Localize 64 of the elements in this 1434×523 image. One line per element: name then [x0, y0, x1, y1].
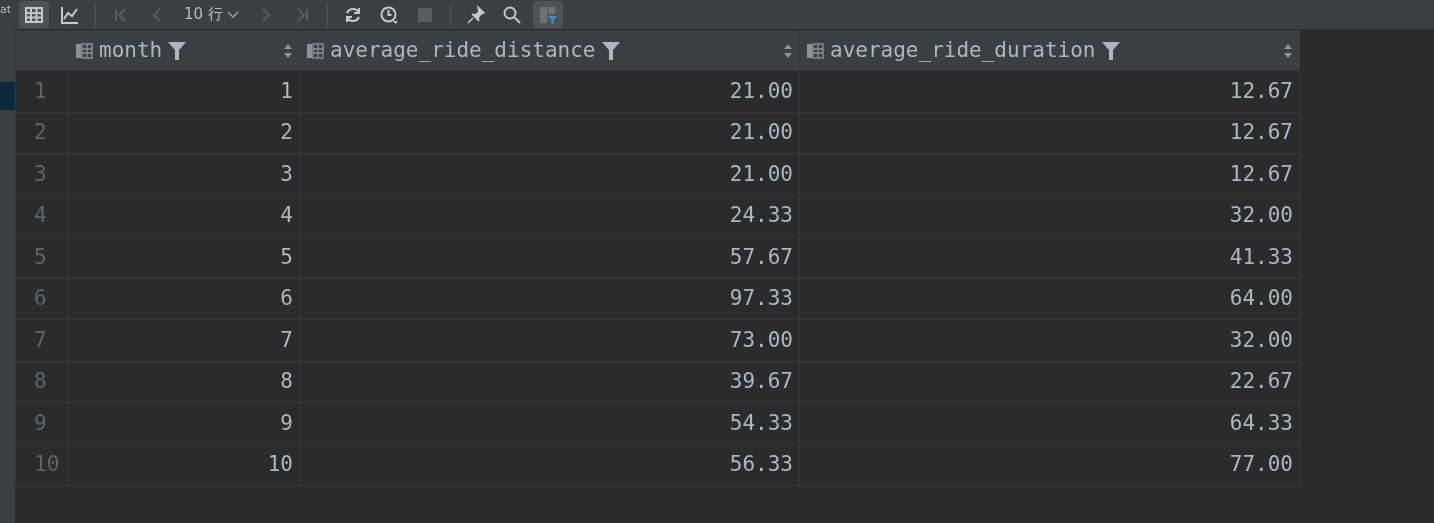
filter-button[interactable] [532, 1, 563, 28]
table-cell: 24.33 [299, 195, 800, 237]
row-number: 1 [15, 70, 69, 112]
table-cell: 12.67 [799, 70, 1300, 112]
sort-icon[interactable] [1283, 42, 1293, 59]
table-icon [24, 4, 44, 25]
table-cell: 39.67 [299, 361, 800, 403]
clock-icon [378, 4, 399, 25]
panel-label: at [0, 2, 13, 18]
column-icon [75, 41, 93, 60]
table-cell: 56.33 [299, 444, 800, 486]
table-cell: 41.33 [799, 236, 1300, 278]
filter-icon[interactable] [168, 40, 187, 61]
row-number: 7 [15, 319, 69, 361]
table-button[interactable] [19, 1, 49, 28]
table-cell: 22.67 [799, 361, 1300, 403]
row-number: 2 [15, 112, 69, 154]
table-cell: 5 [68, 236, 300, 278]
table-cell: 10 [68, 444, 300, 486]
selected-item [0, 82, 15, 110]
line-chart-icon [60, 4, 80, 25]
row-number: 9 [15, 402, 69, 444]
table-cell: 32.00 [799, 319, 1300, 361]
row-number: 4 [15, 195, 69, 237]
table-cell: 7 [68, 319, 300, 361]
column-icon [306, 41, 324, 60]
table-cell: 73.00 [299, 319, 800, 361]
filter-icon[interactable] [601, 40, 620, 61]
column-header[interactable]: average_ride_duration [799, 30, 1300, 71]
table-cell: 64.00 [799, 278, 1300, 320]
column-header[interactable]: month [68, 30, 300, 71]
rows-dropdown[interactable]: 10 行 [178, 3, 245, 26]
table-cell: 4 [68, 195, 300, 237]
table-cell: 64.33 [799, 402, 1300, 444]
table-cell: 57.67 [299, 236, 800, 278]
table-cell: 32.00 [799, 195, 1300, 237]
pin-icon [465, 4, 486, 25]
table-cell: 8 [68, 361, 300, 403]
row-number: 3 [15, 153, 69, 195]
table-cell: 21.00 [299, 70, 800, 112]
search-icon [501, 4, 522, 25]
sort-icon[interactable] [783, 42, 793, 59]
filter-icon[interactable] [1101, 40, 1120, 61]
table-cell: 3 [68, 153, 300, 195]
row-number: 8 [15, 361, 69, 403]
row-number: 6 [15, 278, 69, 320]
table-cell: 2 [68, 112, 300, 154]
table-cell: 21.00 [299, 112, 800, 154]
row-number: 10 [15, 444, 69, 486]
sort-icon[interactable] [283, 42, 293, 59]
table-cell: 12.67 [799, 112, 1300, 154]
column-icon [806, 41, 824, 60]
table-cell: 21.00 [299, 153, 800, 195]
table-cell: 54.33 [299, 402, 800, 444]
table-cell: 9 [68, 402, 300, 444]
table-cell: 1 [68, 70, 300, 112]
table-cell: 6 [68, 278, 300, 320]
row-number: 5 [15, 236, 69, 278]
table-cell: 97.33 [299, 278, 800, 320]
table-cell: 12.67 [799, 153, 1300, 195]
caret-icon [226, 10, 239, 19]
column-header[interactable]: average_ride_distance [299, 30, 800, 71]
table-cell: 77.00 [799, 444, 1300, 486]
filter-icon [537, 4, 558, 25]
